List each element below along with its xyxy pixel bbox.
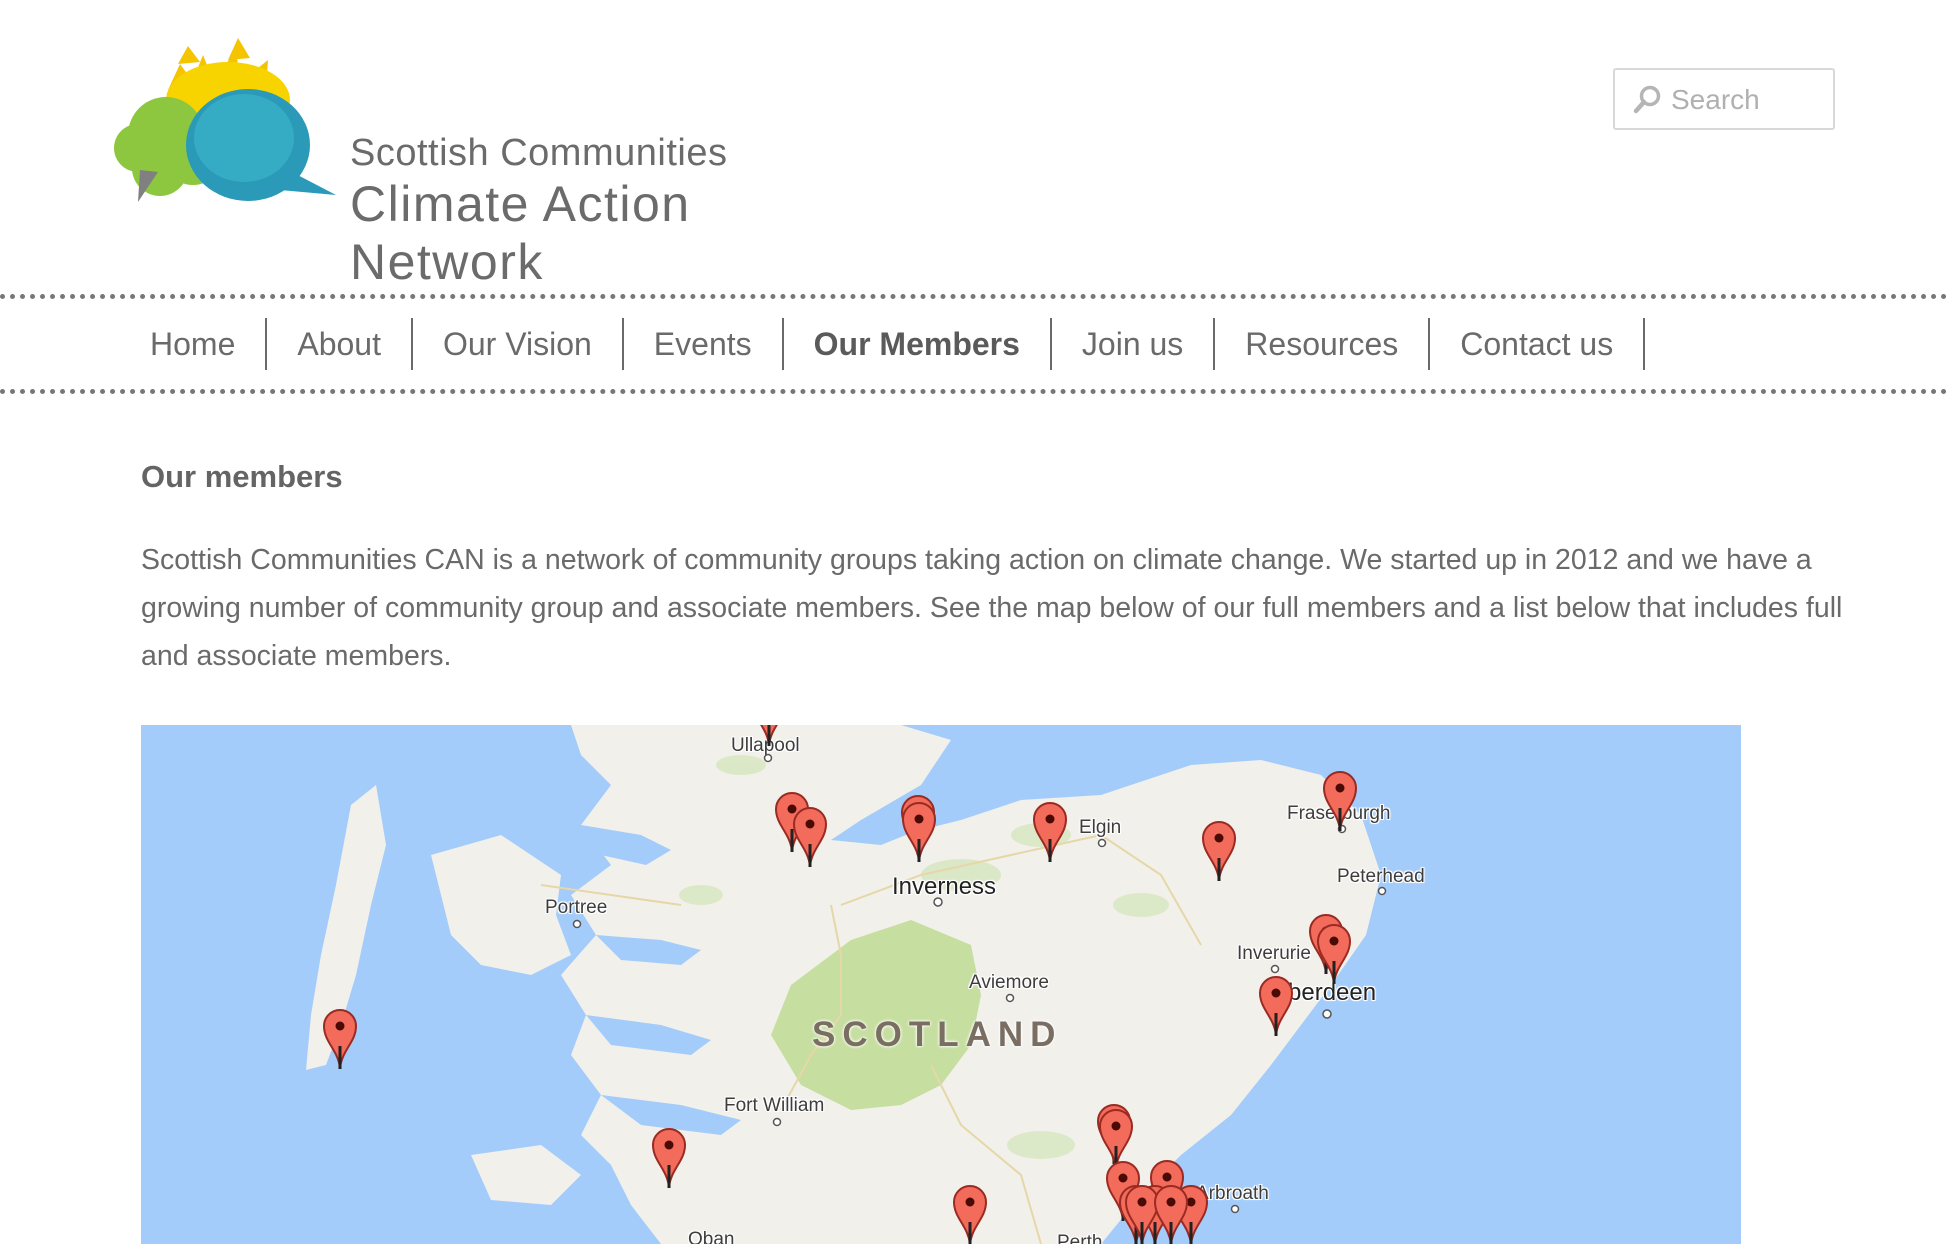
member-marker[interactable]: [320, 1006, 360, 1070]
map-label-perth: Perth: [1057, 1232, 1103, 1244]
nav-divider-bottom: [0, 389, 1948, 394]
member-marker[interactable]: [1256, 973, 1296, 1037]
site-logo[interactable]: Scottish Communities Climate Action Netw…: [108, 20, 868, 290]
nav-our-vision[interactable]: Our Vision: [413, 318, 624, 370]
member-marker[interactable]: [1314, 921, 1354, 985]
nav-events[interactable]: Events: [624, 318, 784, 370]
nav-resources[interactable]: Resources: [1215, 318, 1431, 370]
map-label-inverness: Inverness: [892, 873, 997, 900]
map-label-scotland: SCOTLAND: [812, 1015, 1063, 1054]
member-marker[interactable]: [649, 1125, 689, 1189]
member-marker[interactable]: [1320, 768, 1360, 832]
map-label-peterhead: Peterhead: [1337, 866, 1425, 887]
map-label-oban: Oban: [688, 1229, 735, 1244]
member-marker[interactable]: [749, 725, 789, 747]
members-map[interactable]: Ullapool Elgin Fraserburgh Peterhead Inv…: [141, 725, 1741, 1244]
map-label-elgin: Elgin: [1079, 817, 1122, 838]
page: Scottish Communities Climate Action Netw…: [0, 0, 1948, 1244]
logo-line-2: Climate Action Network: [350, 176, 691, 290]
logo-graphic: [114, 38, 336, 202]
logo-wordmark: Scottish Communities Climate Action Netw…: [350, 133, 868, 291]
nav-home[interactable]: Home: [118, 318, 268, 370]
member-marker[interactable]: [1151, 1182, 1191, 1244]
page-title: Our members: [141, 459, 343, 494]
search-icon: [1633, 85, 1661, 114]
nav-divider-top: [0, 294, 1948, 299]
map-label-portree: Portree: [545, 897, 608, 918]
member-marker[interactable]: [1199, 818, 1239, 882]
intro-paragraph: Scottish Communities CAN is a network of…: [141, 544, 1843, 672]
nav-our-members[interactable]: Our Members: [784, 318, 1052, 370]
logo-line-1: Scottish Communities: [350, 132, 728, 174]
nav-join-us[interactable]: Join us: [1052, 318, 1216, 370]
member-marker[interactable]: [1030, 799, 1070, 863]
map-label-fort-william: Fort William: [724, 1095, 825, 1116]
map-basemap: [306, 725, 1381, 1244]
main-nav: Home About Our Vision Events Our Members…: [118, 318, 1646, 370]
member-marker[interactable]: [790, 804, 830, 868]
map-label-aviemore: Aviemore: [969, 972, 1049, 993]
member-marker[interactable]: [950, 1182, 990, 1244]
search-box[interactable]: [1613, 68, 1835, 130]
member-marker[interactable]: [899, 799, 939, 863]
nav-about[interactable]: About: [267, 318, 413, 370]
map-label-inverurie: Inverurie: [1237, 943, 1311, 964]
nav-contact-us[interactable]: Contact us: [1430, 318, 1646, 370]
search-input[interactable]: [1669, 70, 1833, 130]
